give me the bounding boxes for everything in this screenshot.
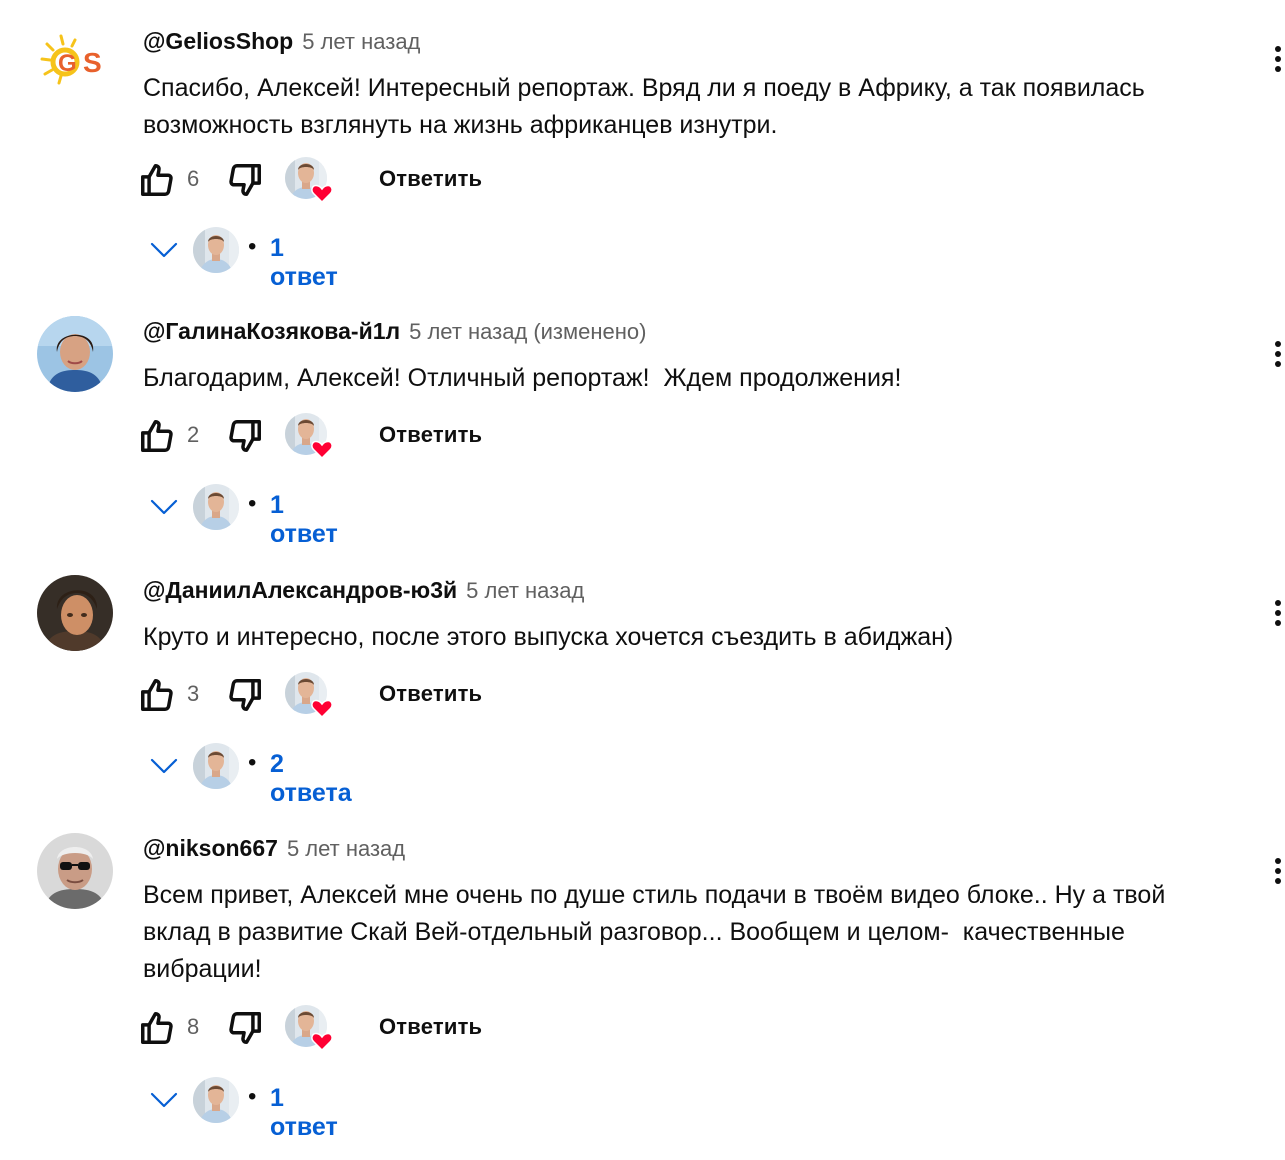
thumbs-up-icon[interactable] [138, 161, 176, 199]
comment-time[interactable]: 5 лет назад [302, 29, 420, 55]
like-count: 3 [187, 681, 200, 706]
comment-time[interactable]: 5 лет назад [466, 578, 584, 604]
more-vertical-icon[interactable] [1270, 42, 1285, 82]
chevron-down-icon [150, 758, 178, 774]
man-sunglasses-avatar [37, 833, 113, 909]
separator-dot: • [248, 1083, 257, 1110]
comment-author[interactable]: @ДаниилАлександров-ю3й [143, 577, 457, 604]
separator-dot: • [248, 233, 257, 260]
thumbs-down-icon[interactable] [226, 161, 264, 199]
comment-text: Всем привет, Алексей мне очень по душе с… [143, 881, 1166, 983]
man-portrait-avatar [37, 575, 113, 651]
author-avatar[interactable] [37, 316, 113, 392]
more-vertical-icon[interactable] [1270, 854, 1285, 894]
thumbs-up-icon[interactable] [138, 1009, 176, 1047]
creator-heart-icon [285, 672, 333, 718]
more-vertical-icon[interactable] [1270, 596, 1285, 636]
chevron-down-icon [150, 499, 178, 515]
author-avatar[interactable] [37, 575, 113, 651]
creator-reply-avatar [193, 1077, 239, 1123]
like-count: 8 [187, 1014, 200, 1039]
creator-reply-avatar [193, 227, 239, 273]
comment-author[interactable]: @nikson667 [143, 835, 278, 862]
reply-button[interactable]: Ответить [379, 422, 482, 448]
comment-text: Благодарим, Алексей! Отличный репортаж! … [143, 364, 902, 392]
comment-author[interactable]: @GeliosShop [143, 28, 293, 55]
reply-button[interactable]: Ответить [379, 681, 482, 707]
creator-reply-avatar [193, 743, 239, 789]
comment-text: Спасибо, Алексей! Интересный репортаж. В… [143, 74, 1145, 139]
separator-dot: • [248, 490, 257, 517]
comment-header: @ДаниилАлександров-ю3й 5 лет назад [143, 577, 584, 607]
reply-button[interactable]: Ответить [379, 166, 482, 192]
comment-time[interactable]: 5 лет назад [409, 319, 527, 345]
like-count: 6 [187, 166, 200, 191]
creator-heart-icon [285, 413, 333, 459]
reply-button[interactable]: Ответить [379, 1014, 482, 1040]
chevron-down-icon [150, 242, 178, 258]
separator-dot: • [248, 749, 257, 776]
author-avatar[interactable] [37, 833, 113, 909]
creator-heart-icon [285, 1005, 333, 1051]
thumbs-down-icon[interactable] [226, 676, 264, 714]
comment-header: @ГалинаКозякова-й1л 5 лет назад (изменен… [143, 318, 646, 348]
gs-logo-avatar: G S [37, 26, 113, 102]
creator-reply-avatar [193, 484, 239, 530]
replies-count-label[interactable]: 1 ответ [270, 1084, 338, 1142]
creator-heart-icon [285, 157, 333, 203]
edited-label: (изменено) [533, 319, 647, 344]
chevron-down-icon [150, 1092, 178, 1108]
comment-header: @nikson667 5 лет назад [143, 835, 405, 865]
thumbs-down-icon[interactable] [226, 1009, 264, 1047]
svg-text:S: S [83, 47, 102, 78]
comment-author[interactable]: @ГалинаКозякова-й1л [143, 318, 400, 345]
replies-count-label[interactable]: 1 ответ [270, 234, 338, 292]
thumbs-down-icon[interactable] [226, 417, 264, 455]
woman-portrait-avatar [37, 316, 113, 392]
more-vertical-icon[interactable] [1270, 337, 1285, 377]
author-avatar[interactable]: G S [37, 26, 113, 102]
thumbs-up-icon[interactable] [138, 417, 176, 455]
like-count: 2 [187, 422, 200, 447]
comment-header: @GeliosShop 5 лет назад [143, 28, 420, 58]
comment-text: Круто и интересно, после этого выпуска х… [143, 623, 954, 651]
thumbs-up-icon[interactable] [138, 676, 176, 714]
svg-text:G: G [58, 50, 77, 77]
comment-time[interactable]: 5 лет назад [287, 836, 405, 862]
replies-count-label[interactable]: 1 ответ [270, 491, 338, 549]
replies-count-label[interactable]: 2 ответа [270, 750, 352, 808]
